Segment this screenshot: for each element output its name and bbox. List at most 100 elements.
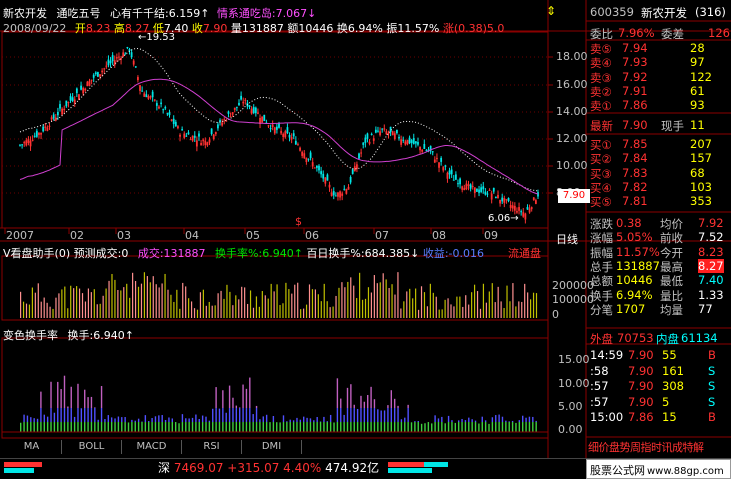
volume-bar bbox=[223, 298, 225, 318]
turnover-bar-green bbox=[255, 422, 258, 432]
candle-body bbox=[217, 124, 219, 129]
candle-body bbox=[183, 133, 186, 138]
turnover-bar-blue bbox=[377, 409, 379, 422]
candle-body bbox=[328, 184, 331, 188]
candle-body bbox=[27, 138, 30, 143]
turnover-bar-blue bbox=[292, 420, 295, 422]
candle-body bbox=[86, 81, 89, 87]
vol-y-tick: 0 bbox=[552, 308, 559, 321]
date-x-label: 08 bbox=[432, 229, 446, 242]
close-label: 收 bbox=[191, 22, 203, 35]
quote-bottom-tabs[interactable]: 细价盘势周指时讯成特解 bbox=[588, 439, 704, 455]
turnover-bar-green bbox=[222, 422, 224, 432]
turnover-bar-purple bbox=[77, 383, 79, 408]
candle-body bbox=[320, 171, 323, 175]
tab-boll[interactable]: BOLL bbox=[62, 440, 122, 454]
volume-bar bbox=[182, 282, 184, 318]
volume-bar bbox=[341, 282, 343, 318]
candle-body bbox=[492, 187, 495, 192]
turnover-bar-blue bbox=[185, 418, 187, 422]
candle-body bbox=[38, 132, 40, 135]
candle-body bbox=[452, 179, 455, 181]
change-label: 涨 bbox=[442, 22, 454, 35]
open-label: 开 bbox=[74, 22, 86, 35]
candle-body bbox=[280, 130, 283, 134]
candle-body bbox=[54, 117, 57, 121]
turnover-bar-blue bbox=[282, 415, 285, 422]
candle-body bbox=[433, 159, 436, 163]
turnover-bar-blue bbox=[360, 408, 362, 422]
candle-body bbox=[332, 191, 335, 196]
candle-body bbox=[522, 212, 525, 217]
vol-panel-header: V看盘助手(0) 预测成交:0 成交:131887 换手率%:6.940↑ 百日… bbox=[3, 245, 484, 261]
candle-body bbox=[92, 74, 95, 78]
candle-body bbox=[467, 184, 470, 186]
candle-body bbox=[480, 187, 483, 192]
amplitude-value: 11.57% bbox=[397, 22, 440, 35]
candle-body bbox=[408, 137, 411, 144]
turnover-bar-blue bbox=[84, 408, 86, 422]
chart-header-row1: 新农开发 通吃五号 心有千千结:6.159↑ 情系通吃岛:7.067↓ bbox=[3, 5, 316, 21]
turnover-bar-blue bbox=[222, 408, 224, 422]
turnover-bar-green bbox=[511, 422, 514, 432]
volume-bar bbox=[78, 288, 81, 318]
turnover-bar-green bbox=[319, 422, 322, 432]
lock-icon[interactable]: ⇕ bbox=[546, 4, 556, 18]
period-label[interactable]: 日线 bbox=[556, 231, 578, 247]
volume-bar bbox=[126, 283, 128, 318]
candle-body bbox=[459, 178, 461, 185]
turnover-bar-green bbox=[144, 422, 147, 432]
volume-bar bbox=[332, 306, 334, 318]
turnover-bar-green bbox=[383, 422, 386, 432]
turnover-panel-title[interactable]: 变色换手率 bbox=[3, 329, 58, 342]
stat-value-1: 1707 bbox=[616, 301, 646, 316]
volume-bar bbox=[87, 288, 90, 318]
volume-bar bbox=[350, 277, 352, 318]
turnover-bar-green bbox=[124, 422, 126, 432]
turnover-bar-green bbox=[131, 422, 133, 432]
turnover-bar-green bbox=[495, 422, 497, 432]
tick-time: 15:00 bbox=[590, 410, 624, 424]
turnover-bar-green bbox=[148, 422, 150, 432]
candle-body bbox=[42, 126, 45, 132]
last-price: 7.90 bbox=[622, 118, 648, 132]
volume-bar bbox=[400, 308, 402, 318]
tab-macd[interactable]: MACD bbox=[122, 440, 182, 454]
candle-body bbox=[200, 143, 202, 146]
volume-bar bbox=[114, 279, 116, 318]
turnover-panel-header: 变色换手率 换手:6.940↑ bbox=[3, 327, 134, 343]
turnover-bar-green bbox=[127, 422, 130, 432]
turnover-bar-green bbox=[272, 422, 275, 432]
turnover-bar-blue bbox=[501, 416, 504, 422]
tab-rsi[interactable]: RSI bbox=[182, 440, 242, 454]
volume-bar bbox=[529, 299, 532, 318]
candle-body bbox=[351, 169, 354, 174]
bid-price: 7.81 bbox=[622, 194, 648, 209]
turnover-y-tick: 0.00 bbox=[558, 423, 583, 436]
indicator-name[interactable]: 通吃五号 bbox=[57, 7, 101, 20]
turnover-bar-blue bbox=[511, 420, 514, 422]
turnover-bar-green bbox=[121, 422, 123, 432]
turnover-bar-blue bbox=[121, 417, 123, 422]
candle-body bbox=[471, 185, 474, 187]
candle-body bbox=[324, 177, 327, 184]
candle-body bbox=[122, 52, 125, 57]
tab-dmi[interactable]: DMI bbox=[242, 440, 302, 454]
tick-time: :57 bbox=[590, 394, 609, 409]
candle-body bbox=[410, 140, 413, 143]
turnover-bar-green bbox=[70, 422, 72, 432]
turnover-bar-blue bbox=[518, 420, 521, 422]
candle-body bbox=[177, 126, 179, 129]
volume-bar bbox=[61, 289, 63, 318]
candle-body bbox=[313, 167, 316, 169]
volume-bar bbox=[382, 273, 384, 318]
candle-body bbox=[436, 157, 438, 159]
turnover-bar-blue bbox=[468, 417, 470, 422]
vol-panel-title[interactable]: V看盘助手(0) bbox=[3, 247, 70, 260]
stat-value-1: 131887 bbox=[616, 258, 660, 273]
volume-bar bbox=[264, 295, 266, 318]
tab-ma[interactable]: MA bbox=[2, 440, 62, 454]
turnover-bar-blue bbox=[390, 408, 393, 422]
candle-body bbox=[275, 126, 278, 130]
candle-body bbox=[202, 139, 205, 142]
